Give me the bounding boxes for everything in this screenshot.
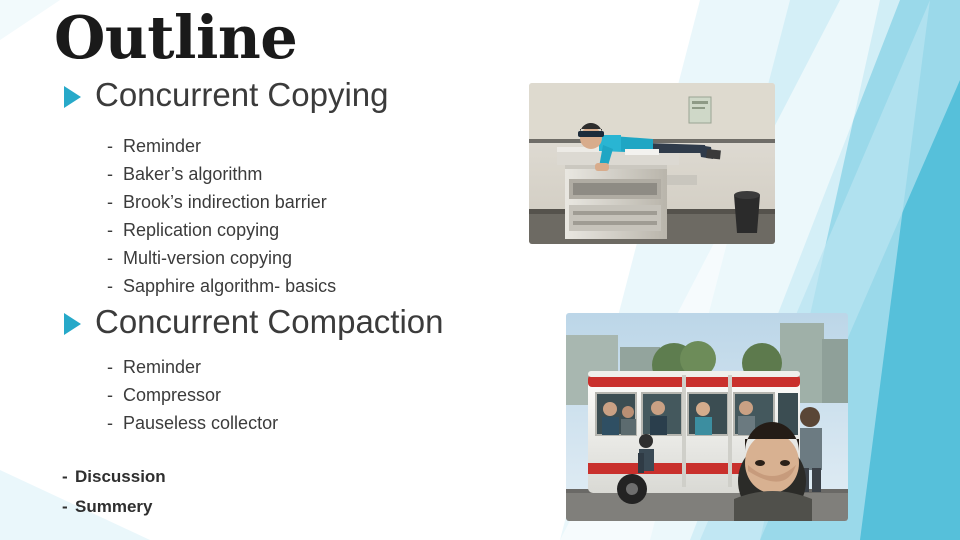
dash-marker: -	[107, 136, 113, 156]
dash-marker: -	[62, 496, 68, 516]
photo-people-hanging-on-bus	[566, 313, 848, 521]
dash-marker: -	[107, 192, 113, 213]
section-2-heading-label: Concurrent Compaction	[95, 303, 444, 340]
slide: Outline Concurrent Copying - Reminder - Ba…	[0, 0, 960, 540]
list-item-label: Reminder	[123, 357, 202, 377]
list-item: - Discussion	[62, 462, 166, 492]
list-item-label: Baker’s algorithm	[123, 164, 263, 185]
list-item: - Reminder	[107, 353, 278, 381]
section-heading-concurrent-copying: Concurrent Copying	[64, 76, 389, 114]
list-item: - Baker’s algorithm	[107, 160, 336, 188]
dash-marker: -	[107, 385, 113, 406]
dash-marker: -	[107, 220, 113, 241]
list-item-label: Reminder	[123, 136, 202, 156]
dash-marker: -	[107, 276, 113, 297]
page-title: Outline	[54, 3, 298, 72]
list-item: - Sapphire algorithm- basics	[107, 272, 336, 300]
list-item-label: Replication copying	[123, 220, 280, 241]
footer-list: - Discussion - Summery	[62, 462, 166, 522]
list-item: - Replication copying	[107, 216, 336, 244]
section-1-heading-label: Concurrent Copying	[95, 76, 389, 113]
dash-marker: -	[107, 357, 113, 377]
section-heading-concurrent-compaction: Concurrent Compaction	[64, 303, 444, 341]
list-item: - Reminder	[107, 132, 336, 160]
photo-person-lying-on-copier	[529, 83, 775, 244]
dash-marker: -	[62, 467, 68, 486]
list-item: - Pauseless collector	[107, 409, 278, 437]
list-item-label: Summery	[75, 496, 153, 516]
section-1-sublist: - Reminder - Baker’s algorithm - Brook’s in…	[107, 132, 336, 300]
list-item-label: Pauseless collector	[123, 413, 279, 434]
list-item: - Brook’s indirection barrier	[107, 188, 336, 216]
list-item-label: Discussion	[75, 467, 166, 486]
list-item-label: Multi-version copying	[123, 248, 293, 269]
list-item: - Compressor	[107, 381, 278, 409]
list-item-label: Sapphire algorithm- basics	[123, 276, 337, 297]
section-2-sublist: - Reminder - Compressor - Pauseless collect…	[107, 353, 278, 437]
arrow-bullet-icon	[64, 313, 81, 335]
dash-marker: -	[107, 164, 113, 185]
list-item-label: Compressor	[123, 385, 222, 406]
list-item: - Multi-version copying	[107, 244, 336, 272]
list-item: - Summery	[62, 492, 166, 522]
arrow-bullet-icon	[64, 86, 81, 108]
dash-marker: -	[107, 413, 113, 434]
dash-marker: -	[107, 248, 113, 269]
list-item-label: Brook’s indirection barrier	[123, 192, 327, 213]
